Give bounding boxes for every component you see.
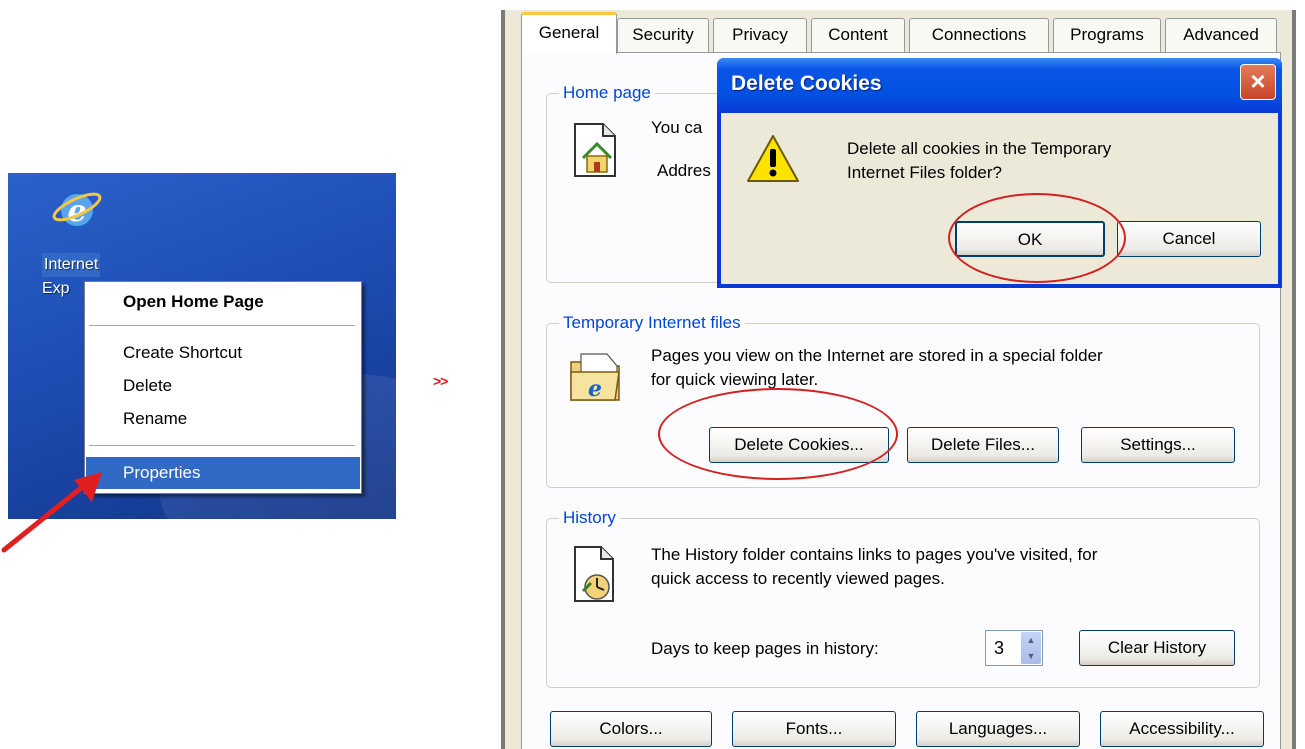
fonts-button[interactable]: Fonts...	[732, 711, 896, 747]
flow-arrow: >>	[433, 373, 448, 389]
red-pointer-arrow-icon	[1, 472, 102, 553]
history-group: History The History folder contains link…	[546, 507, 1260, 688]
days-to-keep-value: 3	[994, 638, 1005, 658]
menu-separator	[89, 445, 355, 446]
temporary-files-description: Pages you view on the Internet are store…	[651, 344, 1251, 392]
history-icon	[574, 546, 614, 602]
history-description: The History folder contains links to pag…	[651, 543, 1251, 591]
warning-icon	[747, 135, 799, 182]
home-page-address-label: Addres	[657, 161, 711, 180]
internet-explorer-icon[interactable]: e	[51, 183, 103, 235]
menu-item-create-shortcut[interactable]: Create Shortcut	[86, 337, 360, 369]
home-page-icon	[574, 123, 616, 177]
spinner-up-icon[interactable]: ▲	[1021, 632, 1041, 648]
colors-button[interactable]: Colors...	[550, 711, 712, 747]
temporary-files-description-line2: for quick viewing later.	[651, 370, 819, 389]
days-to-keep-label: Days to keep pages in history:	[651, 639, 879, 658]
history-description-line1: The History folder contains links to pag…	[651, 545, 1098, 564]
tab-privacy[interactable]: Privacy	[713, 18, 807, 52]
clear-history-button[interactable]: Clear History	[1079, 630, 1235, 666]
menu-item-delete[interactable]: Delete	[86, 370, 360, 402]
accessibility-button[interactable]: Accessibility...	[1100, 711, 1264, 747]
tab-connections[interactable]: Connections	[909, 18, 1049, 52]
tab-security[interactable]: Security	[617, 18, 709, 52]
languages-button[interactable]: Languages...	[916, 711, 1080, 747]
tab-general[interactable]: General	[521, 12, 617, 54]
context-menu: Open Home Page Create Shortcut Delete Re…	[84, 281, 362, 494]
temporary-files-group: Temporary Internet files e Pages you vie…	[546, 312, 1260, 488]
temporary-files-group-title: Temporary Internet files	[559, 312, 745, 334]
dialog-titlebar[interactable]: Delete Cookies ×	[717, 58, 1282, 113]
dialog-message-line1: Delete all cookies in the Temporary	[847, 139, 1112, 158]
dialog-title: Delete Cookies	[731, 72, 882, 95]
tab-advanced[interactable]: Advanced	[1165, 18, 1277, 52]
svg-text:e: e	[588, 376, 602, 402]
delete-cookies-highlight-ellipse	[658, 388, 898, 480]
menu-item-open-home-page[interactable]: Open Home Page	[86, 286, 360, 318]
close-icon[interactable]: ×	[1240, 64, 1276, 100]
temporary-files-description-line1: Pages you view on the Internet are store…	[651, 346, 1103, 365]
cancel-button[interactable]: Cancel	[1117, 221, 1261, 257]
history-description-line2: quick access to recently viewed pages.	[651, 569, 945, 588]
spinner-down-icon[interactable]: ▼	[1021, 648, 1041, 664]
tab-content[interactable]: Content	[811, 18, 905, 52]
delete-files-button[interactable]: Delete Files...	[907, 427, 1059, 463]
menu-separator	[89, 325, 355, 326]
menu-item-properties[interactable]: Properties	[86, 457, 360, 489]
icon-label-line1: Internet	[42, 253, 101, 277]
menu-item-rename[interactable]: Rename	[86, 403, 360, 435]
ok-highlight-ellipse	[948, 193, 1126, 283]
days-to-keep-spinner[interactable]: 3 ▲ ▼	[985, 630, 1043, 666]
spinner-arrows[interactable]: ▲ ▼	[1021, 632, 1041, 664]
dialog-message-line2: Internet Files folder?	[847, 163, 1002, 182]
tab-programs[interactable]: Programs	[1053, 18, 1161, 52]
dialog-message: Delete all cookies in the Temporary Inte…	[847, 137, 1247, 185]
settings-button[interactable]: Settings...	[1081, 427, 1235, 463]
temporary-files-folder-icon: e	[570, 353, 620, 402]
home-page-description: You ca	[651, 118, 703, 137]
home-page-group-title: Home page	[559, 82, 655, 104]
history-group-title: History	[559, 507, 620, 529]
